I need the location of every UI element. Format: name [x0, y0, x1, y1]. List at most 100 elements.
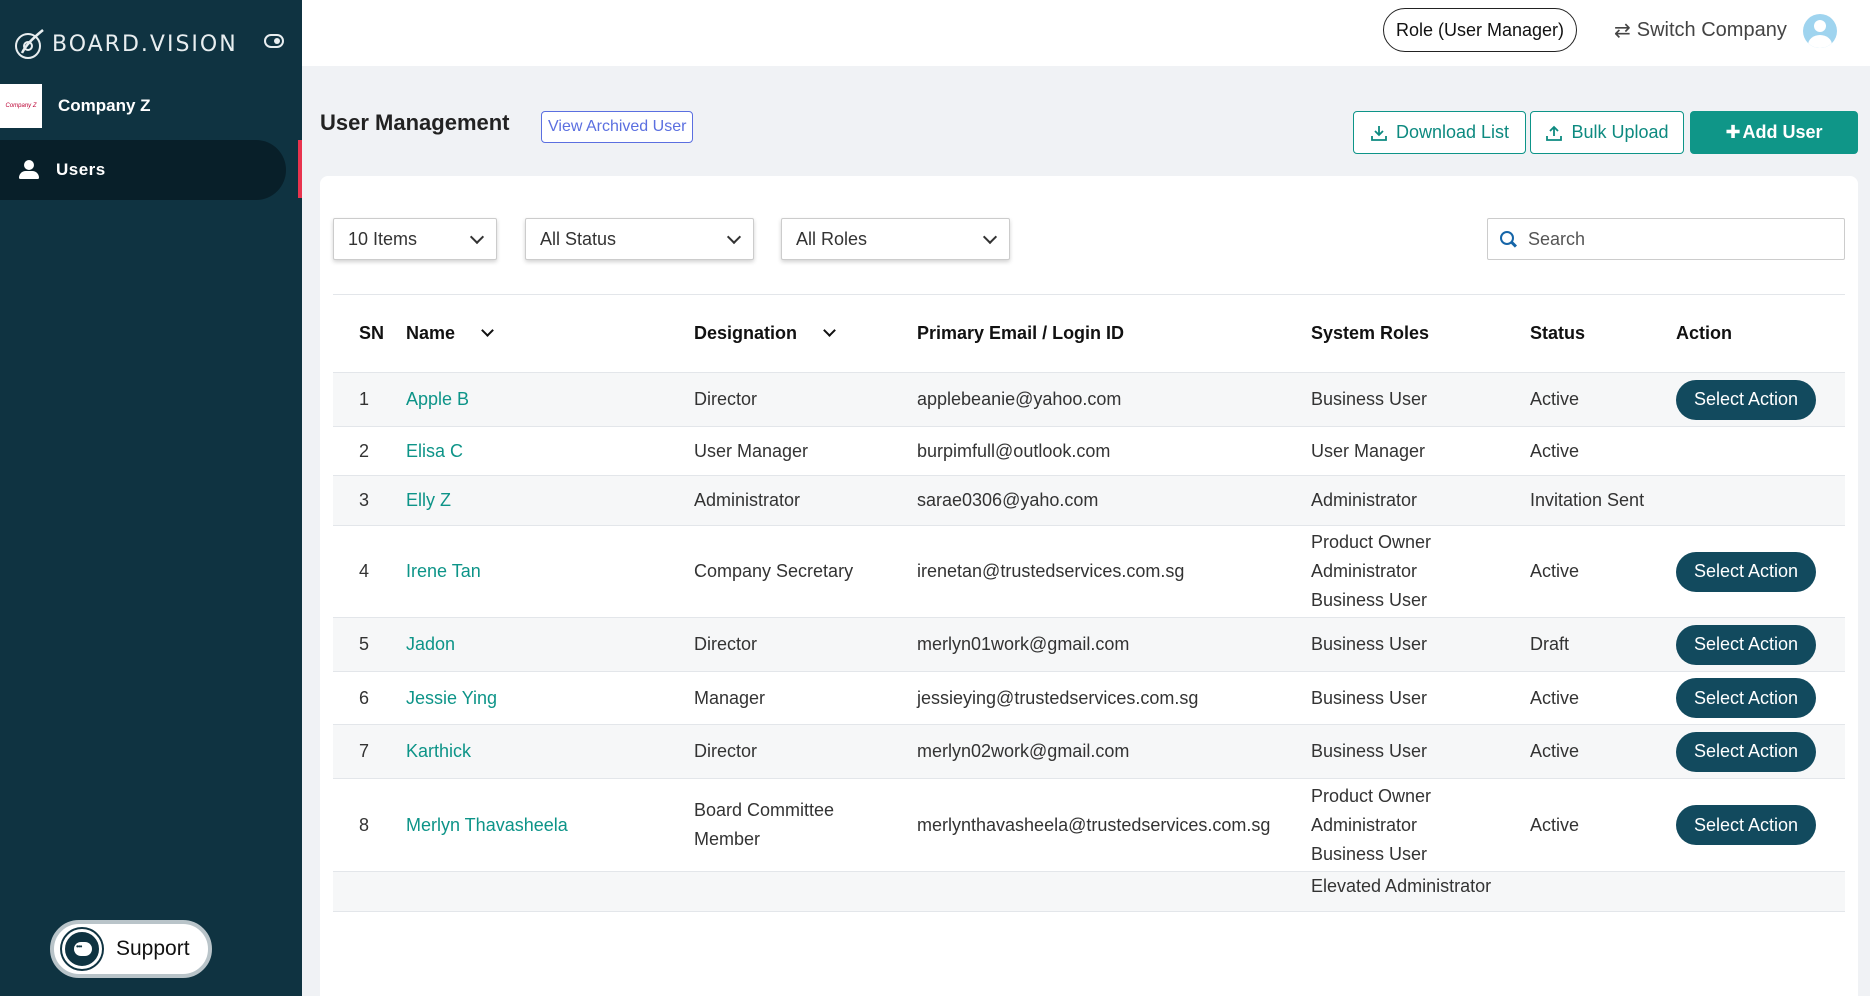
add-user-button[interactable]: ✚ Add User	[1690, 111, 1858, 154]
role-button[interactable]: Role (User Manager)	[1383, 8, 1577, 52]
company-name: Company Z	[58, 96, 151, 115]
user-name-link[interactable]: Jessie Ying	[406, 688, 497, 708]
column-header-designation[interactable]: Designation	[694, 295, 917, 373]
table-row: 4 Irene Tan Company Secretary irenetan@trus…	[333, 526, 1845, 618]
cell-action	[1676, 476, 1845, 526]
cell-action: Select Action	[1676, 526, 1845, 618]
cell-status	[1530, 872, 1676, 912]
role-line: Business User	[1311, 741, 1428, 761]
user-name-link[interactable]: Irene Tan	[406, 561, 481, 581]
table-row: 6 Jessie Ying Manager jessieying@trustedser…	[333, 672, 1845, 725]
table-row: 7 Karthick Director merlyn02work@gmail.com B…	[333, 724, 1845, 779]
user-name-link[interactable]: Jadon	[406, 634, 455, 654]
active-indicator	[298, 140, 302, 198]
user-name-link[interactable]: Elly Z	[406, 490, 451, 510]
support-button[interactable]: Support	[50, 920, 212, 978]
cell-designation: Administrator	[694, 476, 917, 526]
select-action-button[interactable]: Select Action	[1676, 379, 1816, 420]
cell-roles: Elevated Administrator	[1311, 872, 1530, 912]
cell-status: Active	[1530, 672, 1676, 725]
plus-icon: ✚	[1725, 122, 1741, 142]
support-label: Support	[116, 937, 190, 960]
avatar[interactable]	[1803, 14, 1837, 48]
column-header-sn: SN	[359, 323, 385, 343]
cell-sn: 2	[333, 427, 406, 476]
chevron-down-icon[interactable]	[823, 324, 836, 337]
cell-roles: Product Owner Administrator Business User	[1311, 526, 1530, 618]
sidebar-item-users[interactable]: Users	[0, 140, 286, 200]
bulk-upload-button[interactable]: Bulk Upload	[1530, 111, 1684, 154]
column-header-email: Primary Email / Login ID	[917, 323, 1125, 343]
email-value: sarae0306@yaho.com	[917, 490, 1099, 510]
select-action-button[interactable]: Select Action	[1676, 624, 1816, 665]
roles-filter-select[interactable]: All Roles	[781, 218, 1010, 260]
status-filter-value: All Status	[540, 228, 617, 249]
chat-icon	[62, 929, 102, 969]
column-header-status: Status	[1530, 323, 1586, 343]
page-title: User Management	[320, 110, 510, 135]
designation-line: Administrator	[694, 490, 801, 510]
brand-logo-icon	[15, 29, 44, 59]
cell-sn: 4	[333, 526, 406, 618]
cell-roles: Business User	[1311, 672, 1530, 725]
role-line: Business User	[1311, 590, 1428, 610]
sidebar-toggle-icon[interactable]	[264, 34, 284, 48]
select-action-button[interactable]: Select Action	[1676, 731, 1816, 772]
cell-roles: Product Owner Administrator Business User	[1311, 779, 1530, 872]
designation-line: User Manager	[694, 440, 809, 461]
user-name-link[interactable]: Merlyn Thavasheela	[406, 815, 568, 835]
cell-name: Elisa C	[406, 427, 694, 476]
cell-action: Select Action	[1676, 725, 1845, 779]
select-action-button[interactable]: Select Action	[1676, 805, 1816, 845]
cell-sn: 7	[333, 725, 406, 779]
switch-company-button[interactable]: ⇄ Switch Company	[1614, 14, 1787, 46]
company-selector[interactable]: Company Z Company Z	[0, 84, 302, 128]
email-value: burpimfull@outlook.com	[917, 440, 1111, 461]
chevron-down-icon	[469, 229, 485, 245]
status-value: Draft	[1530, 634, 1570, 654]
view-archived-button[interactable]: View Archived User	[541, 111, 694, 143]
cell-name: Jadon	[406, 618, 694, 672]
items-per-page-select[interactable]: 10 Items	[333, 218, 497, 260]
email-value: irenetan@trustedservices.com.sg	[917, 561, 1185, 581]
cell-action: Select Action	[1676, 779, 1845, 872]
status-filter-select[interactable]: All Status	[525, 218, 754, 260]
cell-sn: 1	[333, 373, 406, 427]
search-input[interactable]	[1528, 228, 1828, 250]
items-per-page-value: 10 Items	[348, 228, 418, 249]
email-value: applebeanie@yahoo.com	[917, 389, 1122, 409]
user-name-link[interactable]: Karthick	[406, 741, 471, 761]
status-value: Active	[1530, 814, 1580, 835]
user-name-link[interactable]: Apple B	[406, 389, 469, 409]
role-line: Product Owner	[1311, 532, 1432, 552]
cell-name	[406, 872, 694, 912]
cell-email: applebeanie@yahoo.com	[917, 373, 1311, 427]
roles-filter-value: All Roles	[796, 228, 868, 249]
chevron-down-icon	[726, 229, 742, 245]
cell-designation: Director	[694, 725, 917, 779]
email-value: jessieying@trustedservices.com.sg	[917, 687, 1199, 708]
status-value: Active	[1530, 440, 1580, 461]
search-box[interactable]	[1487, 218, 1845, 260]
column-header-label: Name	[406, 323, 456, 343]
cell-name: Karthick	[406, 725, 694, 779]
table-header-row: SN Name Designation Primary Email / Logi…	[333, 294, 1845, 373]
download-list-button[interactable]: Download List	[1353, 111, 1526, 154]
cell-email: sarae0306@yaho.com	[917, 476, 1311, 526]
role-line: Business User	[1311, 843, 1428, 864]
chevron-down-icon[interactable]	[481, 324, 494, 337]
brand[interactable]: BOARD.VISION	[12, 24, 238, 64]
role-line: Business User	[1311, 389, 1428, 409]
designation-line: Company Secretary	[694, 561, 854, 581]
select-action-button[interactable]: Select Action	[1676, 678, 1816, 718]
role-line: Business User	[1311, 634, 1428, 654]
user-name-link[interactable]: Elisa C	[406, 441, 463, 461]
sn-value: 5	[359, 634, 370, 654]
email-value: merlyn02work@gmail.com	[917, 741, 1130, 761]
sn-value: 6	[359, 687, 370, 708]
column-header-name[interactable]: Name	[406, 295, 694, 373]
table-row: 3 Elly Z Administrator sarae0306@yaho.com Ad…	[333, 475, 1845, 526]
cell-status: Active	[1530, 779, 1676, 872]
cell-name: Jessie Ying	[406, 672, 694, 725]
select-action-button[interactable]: Select Action	[1676, 551, 1816, 592]
